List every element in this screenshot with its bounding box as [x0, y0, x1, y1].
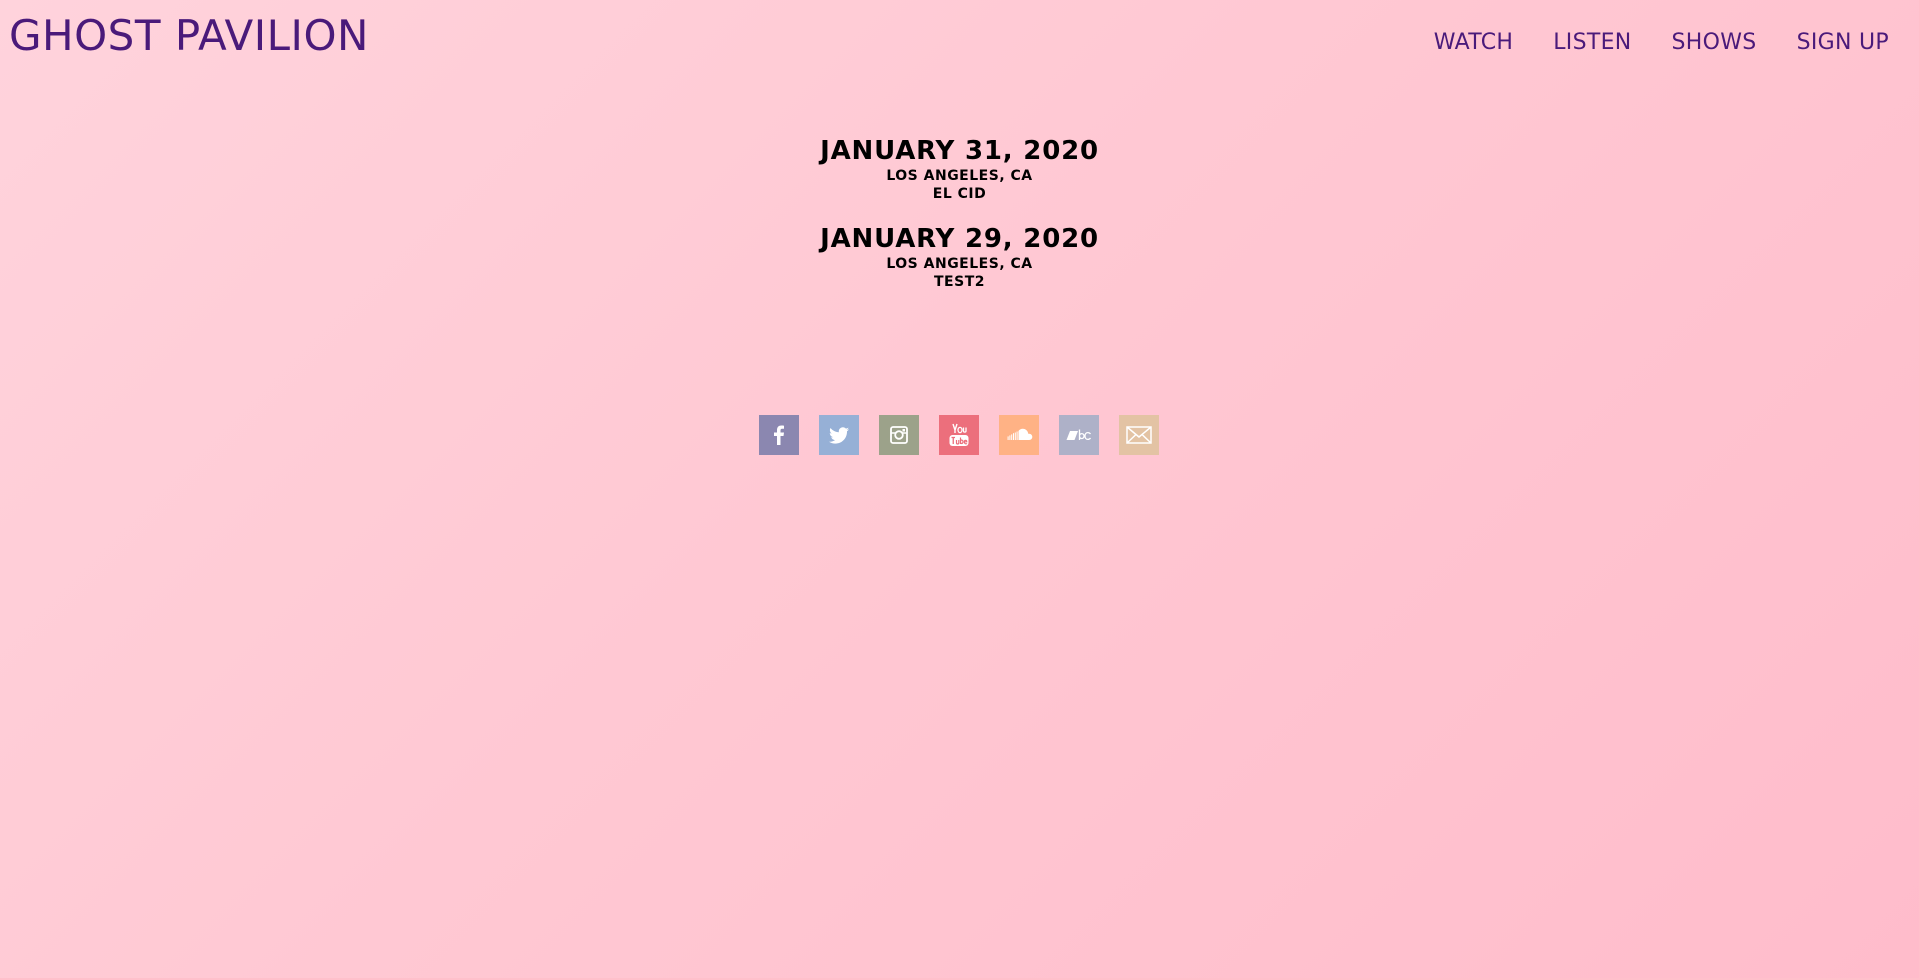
youtube-link[interactable]: [939, 415, 979, 455]
instagram-link[interactable]: [879, 415, 919, 455]
nav-watch[interactable]: WATCH: [1434, 30, 1513, 55]
facebook-icon: [774, 425, 784, 445]
email-icon: [1126, 426, 1152, 444]
show-venue: TEST2: [934, 273, 985, 290]
bandcamp-icon: [1066, 429, 1092, 441]
social-links: [759, 415, 1159, 455]
show-city: LOS ANGELES, CA: [886, 167, 1033, 184]
nav-shows[interactable]: SHOWS: [1672, 30, 1757, 55]
show-item: JANUARY 31, 2020 LOS ANGELES, CA EL CID: [0, 136, 1919, 203]
show-date: JANUARY 29, 2020: [820, 223, 1099, 254]
twitter-icon: [829, 427, 849, 444]
email-link[interactable]: [1119, 415, 1159, 455]
bandcamp-link[interactable]: [1059, 415, 1099, 455]
show-city: LOS ANGELES, CA: [886, 255, 1033, 272]
shows-list: JANUARY 31, 2020 LOS ANGELES, CA EL CID …: [0, 136, 1919, 313]
soundcloud-link[interactable]: [999, 415, 1039, 455]
twitter-link[interactable]: [819, 415, 859, 455]
facebook-link[interactable]: [759, 415, 799, 455]
youtube-icon: [949, 423, 969, 446]
site-title[interactable]: GHOST PAVILION: [9, 12, 369, 59]
main-nav: WATCH LISTEN SHOWS SIGN UP: [1434, 30, 1889, 55]
nav-listen[interactable]: LISTEN: [1553, 30, 1631, 55]
show-date: JANUARY 31, 2020: [820, 136, 1099, 166]
soundcloud-icon: [1007, 428, 1033, 440]
nav-sign-up[interactable]: SIGN UP: [1797, 30, 1889, 55]
show-venue: EL CID: [932, 185, 987, 202]
show-item: JANUARY 29, 2020 LOS ANGELES, CA TEST2: [0, 223, 1919, 291]
instagram-icon: [890, 426, 908, 444]
